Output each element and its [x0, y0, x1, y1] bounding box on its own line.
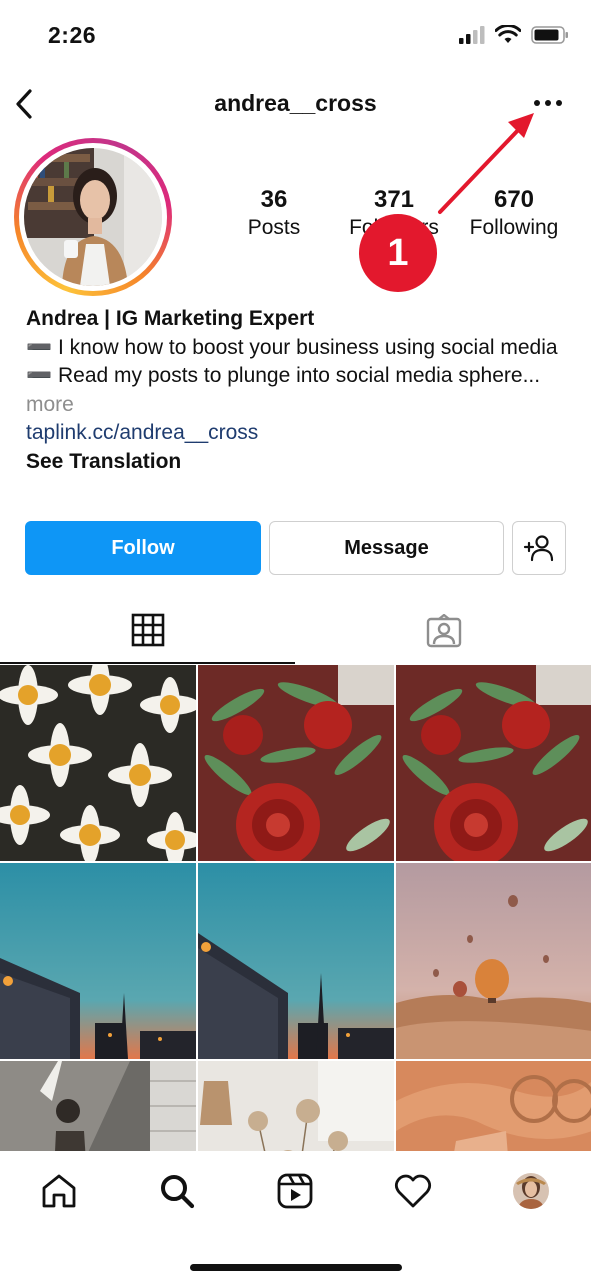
see-translation-link[interactable]: See Translation: [26, 448, 566, 477]
followers-count: 371: [373, 186, 415, 213]
post-thumbnail-red-roses[interactable]: [198, 665, 394, 861]
avatar-frame: [19, 143, 167, 291]
more-options-button[interactable]: [531, 92, 565, 114]
annotation-badge: 1: [359, 214, 437, 292]
nav-home[interactable]: [37, 1169, 81, 1213]
following-label: Following: [469, 216, 559, 239]
profile-actions: Follow Message: [25, 521, 566, 575]
bio-line-1: ➖ I know how to boost your business usin…: [26, 335, 558, 359]
more-dots-icon: [534, 100, 562, 106]
status-bar: 2:26: [0, 0, 591, 72]
post-thumbnail-daisies[interactable]: [0, 665, 196, 861]
status-time: 2:26: [48, 22, 97, 48]
post-thumbnail-red-roses-2[interactable]: [396, 665, 591, 861]
suggested-accounts-button[interactable]: [512, 521, 566, 575]
tagged-icon: [426, 614, 461, 648]
profile-avatar-photo: [24, 148, 162, 286]
bio-more-link[interactable]: more: [26, 393, 74, 416]
posts-label: Posts: [247, 216, 301, 239]
search-icon: [161, 1175, 195, 1209]
grid-icon: [131, 613, 164, 647]
stat-posts[interactable]: 36 Posts: [214, 186, 334, 240]
profile-username: andrea__cross: [214, 90, 377, 116]
post-thumbnail-hot-air-balloons[interactable]: [396, 863, 591, 1059]
cellular-signal-icon: [459, 25, 485, 44]
home-icon: [42, 1174, 76, 1208]
post-thumbnail-city-sunset-2[interactable]: [198, 863, 394, 1059]
nav-activity[interactable]: [391, 1169, 435, 1213]
profile-tabs: [0, 598, 591, 664]
profile-display-name: Andrea | IG Marketing Expert: [26, 307, 315, 330]
profile-avatar-ring[interactable]: [14, 138, 172, 296]
profile-header: andrea__cross: [0, 78, 591, 132]
stat-following[interactable]: 670 Following: [454, 186, 574, 240]
home-indicator[interactable]: [190, 1264, 402, 1271]
profile-avatar: [513, 1173, 549, 1209]
reels-icon: [277, 1173, 313, 1209]
nav-reels[interactable]: [273, 1169, 317, 1213]
profile-bio: Andrea | IG Marketing Expert ➖ I know ho…: [26, 305, 566, 476]
bottom-navigation: [0, 1151, 591, 1280]
posts-grid: [0, 665, 591, 1151]
following-count: 670: [493, 186, 535, 213]
battery-icon: [531, 25, 568, 44]
add-person-icon: [523, 535, 554, 562]
follow-button[interactable]: Follow: [25, 521, 261, 575]
tab-posts-grid[interactable]: [0, 598, 295, 664]
tab-tagged[interactable]: [296, 598, 591, 664]
bio-line-2: ➖ Read my posts to plunge into social me…: [26, 364, 541, 387]
nav-profile[interactable]: [509, 1169, 553, 1213]
post-thumbnail-dried-flowers[interactable]: [198, 1061, 394, 1151]
post-thumbnail-girl-window[interactable]: [0, 1061, 196, 1151]
status-icons: [459, 25, 569, 44]
wifi-icon: [495, 25, 521, 43]
heart-icon: [394, 1174, 432, 1208]
post-thumbnail-city-sunset[interactable]: [0, 863, 196, 1059]
posts-count: 36: [260, 186, 288, 213]
post-thumbnail-peach-fabric[interactable]: [396, 1061, 591, 1151]
nav-search[interactable]: [155, 1169, 199, 1213]
bio-website-link[interactable]: taplink.cc/andrea__cross: [26, 419, 566, 448]
message-button[interactable]: Message: [269, 521, 504, 575]
